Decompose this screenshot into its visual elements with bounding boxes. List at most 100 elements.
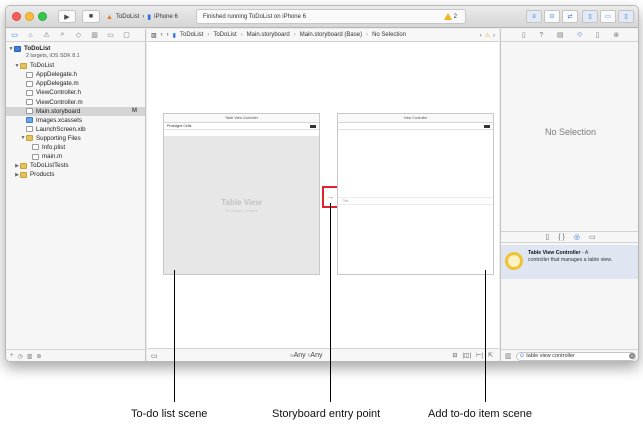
previous-issue-icon[interactable]: ‹ <box>480 33 482 39</box>
library-item-description: Table View Controller - A controller tha… <box>528 250 612 264</box>
add-icon[interactable]: + <box>10 353 14 359</box>
utilities-panel: ▯ ? ▤ ⬦ ▯ ⊛ No Selection ▯ { } ◎ ▭ Table… <box>500 29 638 361</box>
size-inspector-tab-icon[interactable]: ▯ <box>596 31 600 39</box>
tree-item-images-xcassets[interactable]: Images.xcassets <box>6 116 145 125</box>
source-control-filter-icon[interactable]: ▥ <box>27 353 33 360</box>
breadcrumb-selection[interactable]: No Selection <box>372 32 406 38</box>
asset-catalog-icon <box>26 117 33 124</box>
scheme-device-label: iPhone 6 <box>154 14 178 20</box>
stop-button[interactable]: ■ <box>82 10 100 23</box>
tree-item-todolist-group[interactable]: ▼ ToDoList <box>6 61 145 70</box>
symbol-navigator-tab-icon[interactable]: ⌂ <box>26 32 35 39</box>
add-item-scene[interactable]: View Controller Title <box>337 113 494 275</box>
tree-item-products[interactable]: ▶ Products <box>6 170 145 179</box>
breadcrumb-file[interactable]: Main.storyboard <box>247 32 290 38</box>
standard-editor-button[interactable]: ≡ <box>526 10 542 23</box>
warning-icon <box>443 13 452 20</box>
table-view[interactable]: Table View Prototype Content <box>164 136 319 274</box>
folder-icon <box>20 171 27 178</box>
breadcrumb-group[interactable]: ToDoList <box>213 32 236 38</box>
size-class-control[interactable]: wAny hAny <box>290 352 322 359</box>
project-row[interactable]: ▼ ToDoList <box>6 44 145 53</box>
pin-icon[interactable]: ⊢| <box>476 352 483 359</box>
connections-inspector-tab-icon[interactable]: ⊛ <box>613 31 619 39</box>
next-issue-icon[interactable]: › <box>493 33 495 39</box>
breadcrumb-localization[interactable]: Main.storyboard (Base) <box>300 32 362 38</box>
editor-bottom-bar: ▭ wAny hAny ⊟ |◫| ⊢| ⇱ <box>147 348 499 361</box>
tree-item-appdelegate-m[interactable]: AppDelegate.m <box>6 79 145 88</box>
assistant-editor-button[interactable]: ⊙ <box>544 10 560 23</box>
object-library-icon[interactable]: ◎ <box>574 233 580 241</box>
tree-item-label: Products <box>30 171 55 179</box>
media-library-icon[interactable]: ▭ <box>589 233 596 241</box>
tree-item-todolisttests[interactable]: ▶ ToDoListTests <box>6 161 145 170</box>
resolve-issues-icon[interactable]: ⇱ <box>488 352 493 359</box>
document-outline-toggle-icon[interactable]: ▭ <box>151 352 158 360</box>
tree-item-main-storyboard[interactable]: Main.storyboard M <box>6 106 145 116</box>
view-toggle-control: ▯ ▭ ▯ <box>582 10 634 23</box>
tree-item-launchscreen-xib[interactable]: LaunchScreen.xib <box>6 125 145 134</box>
tree-item-main-m[interactable]: main.m <box>6 152 145 161</box>
breadcrumb-project[interactable]: ToDoList <box>180 32 203 38</box>
plist-file-icon <box>32 144 39 151</box>
align-icon[interactable]: |◫| <box>462 352 471 359</box>
project-icon: ▮ <box>172 32 176 39</box>
scheme-selector[interactable]: ▲ ToDoList › ▮ iPhone 6 <box>106 11 178 23</box>
back-icon[interactable]: ‹ <box>161 32 163 38</box>
utilities-toggle-button[interactable]: ▯ <box>618 10 634 23</box>
embed-stack-icon[interactable]: ⊟ <box>452 352 457 359</box>
issue-navigator-tab-icon[interactable]: ⚠ <box>42 31 51 39</box>
todo-list-scene[interactable]: Table View Controller Prototype Cells Ta… <box>163 113 320 275</box>
find-navigator-tab-icon[interactable]: ⌕ <box>58 31 67 39</box>
tree-item-appdelegate-h[interactable]: AppDelegate.h <box>6 70 145 79</box>
attributes-inspector-tab-icon[interactable]: ⬦ <box>577 31 582 39</box>
close-window-button[interactable] <box>12 12 21 21</box>
code-snippet-library-icon[interactable]: { } <box>558 234 565 241</box>
minimize-window-button[interactable] <box>25 12 34 21</box>
source-file-icon <box>32 153 39 160</box>
library-item-desc-1: - A <box>582 250 589 256</box>
forward-icon[interactable]: › <box>167 32 169 38</box>
tree-item-info-plist[interactable]: Info.plist <box>6 143 145 152</box>
tree-item-supporting-files[interactable]: ▼ Supporting Files <box>6 134 145 143</box>
storyboard-canvas[interactable]: Table View Controller Prototype Cells Ta… <box>147 43 499 347</box>
filter-icon[interactable]: ⊕ <box>36 353 41 360</box>
device-icon: ▮ <box>147 14 152 21</box>
zoom-window-button[interactable] <box>38 12 47 21</box>
project-navigator-tab-icon[interactable]: ▭ <box>10 31 19 39</box>
test-navigator-tab-icon[interactable]: ◇ <box>74 31 83 39</box>
callout-line-add-scene <box>485 270 486 402</box>
report-navigator-tab-icon[interactable]: ▢ <box>122 31 131 39</box>
version-editor-button[interactable]: ⇄ <box>562 10 578 23</box>
tree-item-viewcontroller-h[interactable]: ViewController.h <box>6 88 145 97</box>
grid-view-icon[interactable]: ▥ <box>505 352 512 360</box>
chevron-right-icon: › <box>142 14 145 20</box>
assistant-editor-icon: ⊙ <box>549 14 555 20</box>
file-template-library-icon[interactable]: ▯ <box>545 233 549 241</box>
warning-indicator[interactable]: 2 <box>443 13 457 20</box>
debug-area-toggle-button[interactable]: ▭ <box>600 10 616 23</box>
clear-icon[interactable]: × <box>629 353 635 359</box>
library-item-desc-2: controller that manages a table view. <box>528 257 613 263</box>
breakpoint-navigator-tab-icon[interactable]: ▭ <box>106 31 115 39</box>
callout-line-todo-scene <box>174 270 175 402</box>
run-button[interactable]: ▶ <box>58 10 76 23</box>
storyboard-editor: ▥ ‹ › ▮ ToDoList › ToDoList › Main.story… <box>147 29 499 361</box>
identity-inspector-tab-icon[interactable]: ▤ <box>557 31 564 39</box>
related-items-icon[interactable]: ▥ <box>151 32 157 39</box>
warning-icon[interactable]: ⚠ <box>485 32 490 39</box>
library-item-table-view-controller[interactable]: Table View Controller - A controller tha… <box>501 245 638 279</box>
debug-navigator-tab-icon[interactable]: ▥ <box>90 31 99 39</box>
debug-panel-icon: ▭ <box>605 14 611 20</box>
toolbar: ▶ ■ ▲ ToDoList › ▮ iPhone 6 Finished run… <box>6 6 638 28</box>
issue-navigation: ‹ ⚠ › <box>480 32 495 40</box>
chevron-right-icon: › <box>207 32 210 38</box>
tree-item-label: AppDelegate.h <box>36 71 77 79</box>
status-bar <box>338 123 493 130</box>
library-filter-input[interactable]: ⊙ table view controller × <box>515 351 636 361</box>
tree-item-viewcontroller-m[interactable]: ViewController.m <box>6 97 145 106</box>
quick-help-tab-icon[interactable]: ? <box>539 32 543 39</box>
file-inspector-tab-icon[interactable]: ▯ <box>522 31 526 39</box>
navigator-toggle-button[interactable]: ▯ <box>582 10 598 23</box>
recent-files-icon[interactable]: ◷ <box>18 353 23 360</box>
